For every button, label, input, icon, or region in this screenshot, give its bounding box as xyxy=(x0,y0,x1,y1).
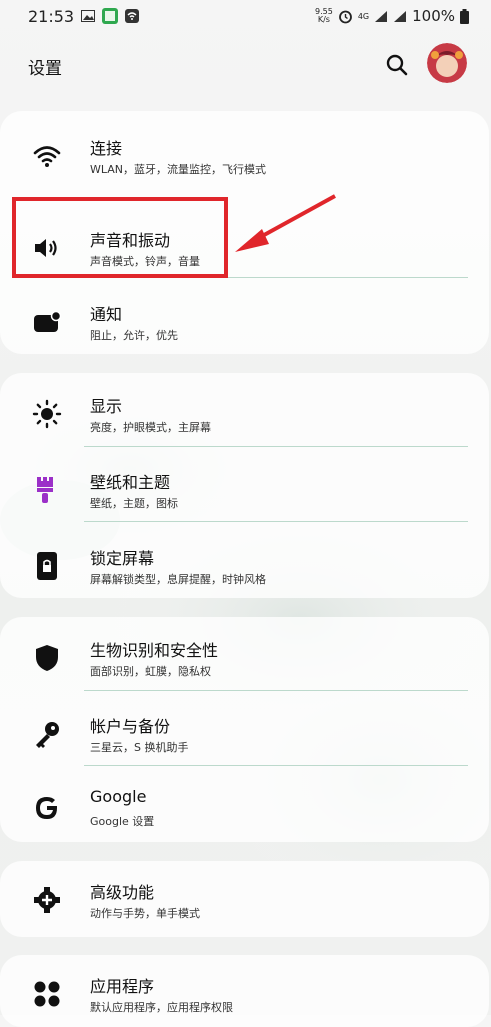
lock-screen-icon xyxy=(30,549,64,583)
divider xyxy=(84,690,468,691)
settings-item-lock-screen[interactable]: 锁定屏幕 屏幕解锁类型，息屏提醒，时钟风格 xyxy=(0,527,489,599)
item-subtitle: 屏幕解锁类型，息屏提醒，时钟风格 xyxy=(90,573,266,586)
settings-group-3: 生物识别和安全性 面部识别，虹膜，隐私权 帐户与备份 三星云，S 换机助手 Go… xyxy=(0,617,489,842)
settings-item-wallpapers[interactable]: 壁纸和主题 壁纸，主题，图标 xyxy=(0,451,489,523)
settings-group-5: 应用程序 默认应用程序，应用程序权限 xyxy=(0,955,489,1027)
settings-item-biometrics[interactable]: 生物识别和安全性 面部识别，虹膜，隐私权 xyxy=(0,619,489,691)
item-subtitle: 亮度，护眼模式，主屏幕 xyxy=(90,421,211,434)
item-title: 锁定屏幕 xyxy=(90,549,155,568)
item-title: 应用程序 xyxy=(90,977,155,996)
google-icon xyxy=(30,791,64,825)
annotation-arrow xyxy=(235,194,336,252)
divider xyxy=(84,521,468,522)
brightness-icon xyxy=(30,397,64,431)
item-subtitle: 壁纸，主题，图标 xyxy=(90,497,178,510)
item-title: 通知 xyxy=(90,305,123,324)
settings-item-accounts[interactable]: 帐户与备份 三星云，S 换机助手 xyxy=(0,695,489,767)
item-title: 生物识别和安全性 xyxy=(90,641,219,660)
item-title: 显示 xyxy=(90,397,123,416)
item-subtitle: 默认应用程序，应用程序权限 xyxy=(90,1001,233,1014)
settings-group-2: 显示 亮度，护眼模式，主屏幕 壁纸和主题 壁纸，主题，图标 锁定屏幕 屏幕解锁类… xyxy=(0,373,489,598)
key-icon xyxy=(30,717,64,751)
apps-icon xyxy=(30,977,64,1011)
paintbrush-icon xyxy=(30,473,64,507)
settings-item-advanced-features[interactable]: 高级功能 动作与手势，单手模式 xyxy=(0,861,489,933)
settings-item-apps[interactable]: 应用程序 默认应用程序，应用程序权限 xyxy=(0,955,489,1027)
item-subtitle: 动作与手势，单手模式 xyxy=(90,907,200,920)
item-title: 壁纸和主题 xyxy=(90,473,171,492)
divider xyxy=(84,446,468,447)
settings-item-google[interactable]: Google Google 设置 xyxy=(0,769,489,841)
gear-plus-icon xyxy=(30,883,64,917)
item-subtitle: 三星云，S 换机助手 xyxy=(90,741,189,754)
item-title: 帐户与备份 xyxy=(90,717,171,736)
notification-icon xyxy=(30,305,64,339)
item-title: 高级功能 xyxy=(90,883,155,902)
item-subtitle: Google 设置 xyxy=(90,815,155,828)
item-title: Google xyxy=(90,787,147,806)
item-subtitle: 阻止，允许，优先 xyxy=(90,329,178,342)
settings-group-4: 高级功能 动作与手势，单手模式 xyxy=(0,861,489,937)
item-subtitle: 面部识别，虹膜，隐私权 xyxy=(90,665,211,678)
divider xyxy=(84,765,468,766)
settings-item-display[interactable]: 显示 亮度，护眼模式，主屏幕 xyxy=(0,375,489,447)
shield-icon xyxy=(30,641,64,675)
